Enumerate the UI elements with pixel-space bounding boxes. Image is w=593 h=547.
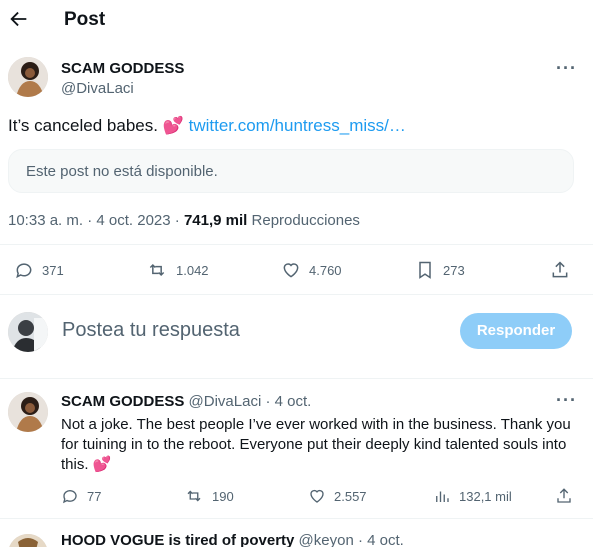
repost-icon xyxy=(187,490,201,502)
reply-reply-count: 77 xyxy=(87,488,102,504)
share-action[interactable] xyxy=(550,260,570,280)
tweet-date[interactable]: 4 oct. 2023 xyxy=(96,212,170,229)
share-icon xyxy=(557,488,571,503)
tweet-time[interactable]: 10:33 a. m. xyxy=(8,212,83,229)
reply-header: SCAM GODDESS @DivaLaci · 4 oct. xyxy=(61,393,312,410)
reply-view-count: 132,1 mil xyxy=(459,488,512,504)
next-reply-date[interactable]: 4 oct. xyxy=(367,532,404,547)
bookmark-icon xyxy=(419,261,431,279)
quote-unavailable-text: Este post no está disponible. xyxy=(26,163,218,180)
reply-author-handle[interactable]: @DivaLaci xyxy=(189,393,262,410)
author-avatar[interactable] xyxy=(8,57,48,97)
analytics-icon xyxy=(436,491,449,502)
tweet-text: It’s canceled babes. 💕 twitter.com/huntr… xyxy=(8,116,406,136)
reply-views-action[interactable]: 132,1 mil xyxy=(433,487,512,505)
reply-like-action[interactable]: 2.557 xyxy=(308,487,367,505)
reply-author-name[interactable]: SCAM GODDESS xyxy=(61,393,184,410)
reply-button[interactable]: Responder xyxy=(460,313,572,349)
divider xyxy=(0,518,593,519)
reply-repost-count: 190 xyxy=(212,488,234,504)
heart-icon xyxy=(310,489,324,503)
repost-action[interactable]: 1.042 xyxy=(146,260,209,280)
divider xyxy=(0,378,593,379)
back-arrow-icon[interactable] xyxy=(8,8,30,30)
view-count: 741,9 mil xyxy=(183,212,248,229)
repost-icon xyxy=(149,263,165,277)
next-reply-avatar[interactable] xyxy=(8,534,48,547)
page-title: Post xyxy=(64,9,106,30)
author-name[interactable]: SCAM GODDESS xyxy=(61,60,184,77)
more-options-icon[interactable]: ··· xyxy=(556,58,577,79)
like-action[interactable]: 4.760 xyxy=(281,260,342,280)
views-label: Reproducciones xyxy=(251,212,360,229)
next-reply-author-name[interactable]: HOOD VOGUE is tired of poverty xyxy=(61,532,294,547)
heart-emoji: 💕 xyxy=(92,456,112,473)
reply-share-action[interactable] xyxy=(555,487,573,505)
repost-count: 1.042 xyxy=(176,262,209,278)
heart-emoji: 💕 xyxy=(162,116,184,135)
reply-icon xyxy=(62,490,77,504)
tweet-link[interactable]: twitter.com/huntress_miss/… xyxy=(189,116,406,135)
bookmark-action[interactable]: 273 xyxy=(415,260,465,280)
reply-date[interactable]: 4 oct. xyxy=(275,393,312,410)
tweet-body: It’s canceled babes. xyxy=(8,116,163,135)
heart-icon xyxy=(283,263,299,278)
author-handle[interactable]: @DivaLaci xyxy=(61,80,134,97)
reply-body: Not a joke. The best people I’ve ever wo… xyxy=(61,416,571,473)
bookmark-count: 273 xyxy=(443,262,465,278)
reply-count: 371 xyxy=(42,262,64,278)
user-avatar[interactable] xyxy=(8,312,48,352)
reply-text: Not a joke. The best people I’ve ever wo… xyxy=(61,415,581,475)
reply-reply-action[interactable]: 77 xyxy=(61,487,101,505)
like-count: 4.760 xyxy=(309,262,342,278)
divider xyxy=(0,244,593,245)
next-reply-author-handle[interactable]: @keyon xyxy=(299,532,354,547)
reply-like-count: 2.557 xyxy=(334,488,367,504)
reply-action[interactable]: 371 xyxy=(14,260,64,280)
share-icon xyxy=(552,261,568,278)
reply-input[interactable]: Postea tu respuesta xyxy=(62,319,240,342)
reply-more-options-icon[interactable]: ··· xyxy=(556,390,577,411)
reply-author-avatar[interactable] xyxy=(8,392,48,432)
reply-repost-action[interactable]: 190 xyxy=(184,487,234,505)
reply-icon xyxy=(16,263,32,279)
divider xyxy=(0,294,593,295)
next-reply-header: HOOD VOGUE is tired of poverty @keyon · … xyxy=(61,532,404,547)
tweet-meta: 10:33 a. m. · 4 oct. 2023 · 741,9 mil Re… xyxy=(8,212,360,229)
